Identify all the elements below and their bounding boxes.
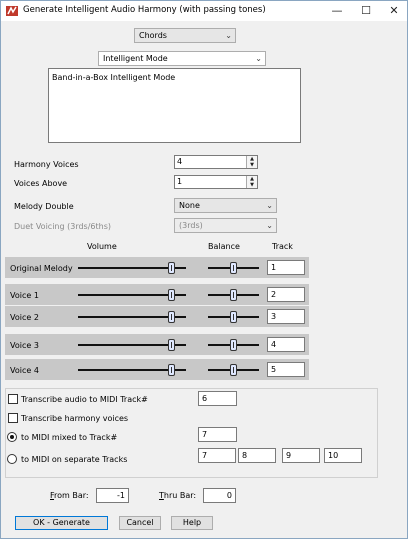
mixer-row: Voice 2 3 xyxy=(5,306,309,327)
cancel-button[interactable]: Cancel xyxy=(119,516,161,530)
balance-slider-thumb[interactable] xyxy=(230,311,237,323)
mixer-row: Voice 4 5 xyxy=(5,359,309,380)
transcribe-audio-checkbox[interactable] xyxy=(8,394,18,404)
balance-slider[interactable] xyxy=(208,311,259,323)
midi-mixed-label: to MIDI mixed to Track# xyxy=(21,433,118,442)
thru-bar-input[interactable]: 0 xyxy=(203,488,236,503)
transcribe-audio-track-input[interactable]: 6 xyxy=(198,391,237,406)
separate-track-input[interactable]: 9 xyxy=(282,448,320,463)
balance-slider[interactable] xyxy=(208,289,259,301)
help-button[interactable]: Help xyxy=(171,516,213,530)
volume-slider-thumb[interactable] xyxy=(168,311,175,323)
harmony-voices-stepper[interactable]: 4 ▲ ▼ xyxy=(174,155,258,169)
separate-track-input[interactable]: 7 xyxy=(198,448,236,463)
maximize-icon[interactable]: ☐ xyxy=(353,3,379,19)
mixer-row: Voice 3 4 xyxy=(5,334,309,355)
voices-above-stepper[interactable]: 1 ▲ ▼ xyxy=(174,175,258,189)
balance-slider[interactable] xyxy=(208,364,259,376)
close-icon[interactable]: ✕ xyxy=(381,3,407,19)
transcribe-harmony-label: Transcribe harmony voices xyxy=(21,414,129,423)
window-title: Generate Intelligent Audio Harmony (with… xyxy=(23,5,266,15)
chevron-down-icon: ⌄ xyxy=(255,54,262,63)
midi-mixed-radio[interactable] xyxy=(7,432,17,442)
melody-double-dropdown[interactable]: None ⌄ xyxy=(174,198,277,213)
harmony-voices-value: 4 xyxy=(177,157,183,166)
chevron-down-icon: ⌄ xyxy=(266,201,273,210)
dialog-window: Generate Intelligent Audio Harmony (with… xyxy=(0,0,408,539)
stepper-buttons[interactable]: ▲ ▼ xyxy=(246,156,257,168)
volume-slider-thumb[interactable] xyxy=(168,339,175,351)
balance-slider-thumb[interactable] xyxy=(230,364,237,376)
thru-bar-label: Thru Bar: xyxy=(159,491,197,500)
track-input[interactable]: 1 xyxy=(267,260,305,275)
mode-description-text: Band-in-a-Box Intelligent Mode xyxy=(52,73,176,82)
stepper-down-icon[interactable]: ▼ xyxy=(247,162,257,168)
transcribe-harmony-checkbox[interactable] xyxy=(8,413,18,423)
midi-mixed-track-input[interactable]: 7 xyxy=(198,427,237,442)
mode-dropdown[interactable]: Intelligent Mode ⌄ xyxy=(98,51,266,66)
app-icon xyxy=(6,6,18,16)
stepper-down-icon[interactable]: ▼ xyxy=(247,182,257,188)
track-input[interactable]: 3 xyxy=(267,309,305,324)
mode-dropdown-value: Intelligent Mode xyxy=(103,54,168,63)
mixer-row-label: Original Melody xyxy=(10,264,73,273)
type-dropdown[interactable]: Chords ⌄ xyxy=(134,28,236,43)
mixer-row: Original Melody 1 xyxy=(5,257,309,278)
minimize-icon[interactable]: — xyxy=(324,3,350,19)
mixer-row-label: Voice 1 xyxy=(10,291,39,300)
stepper-buttons[interactable]: ▲ ▼ xyxy=(246,176,257,188)
volume-slider-thumb[interactable] xyxy=(168,364,175,376)
balance-slider-thumb[interactable] xyxy=(230,262,237,274)
duet-voicing-value: (3rds) xyxy=(179,221,203,230)
volume-slider[interactable] xyxy=(78,339,186,351)
mixer-row-label: Voice 3 xyxy=(10,341,39,350)
melody-double-label: Melody Double xyxy=(14,202,74,211)
volume-slider[interactable] xyxy=(78,262,186,274)
midi-separate-label: to MIDI on separate Tracks xyxy=(21,455,128,464)
voices-above-label: Voices Above xyxy=(14,179,68,188)
voices-above-value: 1 xyxy=(177,177,183,186)
balance-slider-thumb[interactable] xyxy=(230,339,237,351)
duet-voicing-dropdown[interactable]: (3rds) ⌄ xyxy=(174,218,277,233)
track-input[interactable]: 2 xyxy=(267,287,305,302)
volume-header: Volume xyxy=(87,242,117,251)
mixer-row-label: Voice 4 xyxy=(10,366,39,375)
track-header: Track xyxy=(272,242,293,251)
balance-header: Balance xyxy=(208,242,240,251)
from-bar-input[interactable]: -1 xyxy=(96,488,129,503)
transcribe-audio-label: Transcribe audio to MIDI Track# xyxy=(21,395,148,404)
track-input[interactable]: 5 xyxy=(267,362,305,377)
track-input[interactable]: 4 xyxy=(267,337,305,352)
separate-track-input[interactable]: 10 xyxy=(324,448,362,463)
mode-description-box[interactable]: Band-in-a-Box Intelligent Mode xyxy=(48,68,301,143)
volume-slider[interactable] xyxy=(78,311,186,323)
title-bar: Generate Intelligent Audio Harmony (with… xyxy=(1,1,407,21)
chevron-down-icon: ⌄ xyxy=(266,221,273,230)
volume-slider-thumb[interactable] xyxy=(168,262,175,274)
balance-slider-thumb[interactable] xyxy=(230,289,237,301)
volume-slider[interactable] xyxy=(78,364,186,376)
midi-separate-radio[interactable] xyxy=(7,454,17,464)
separate-track-input[interactable]: 8 xyxy=(238,448,276,463)
duet-voicing-label: Duet Voicing (3rds/6ths) xyxy=(14,222,111,231)
volume-slider[interactable] xyxy=(78,289,186,301)
mixer-row-label: Voice 2 xyxy=(10,313,39,322)
harmony-voices-label: Harmony Voices xyxy=(14,160,79,169)
ok-generate-button[interactable]: OK - Generate xyxy=(15,516,108,530)
type-dropdown-value: Chords xyxy=(139,31,167,40)
balance-slider[interactable] xyxy=(208,262,259,274)
chevron-down-icon: ⌄ xyxy=(225,31,232,40)
from-bar-label: From Bar: xyxy=(50,491,89,500)
volume-slider-thumb[interactable] xyxy=(168,289,175,301)
mixer-row: Voice 1 2 xyxy=(5,284,309,305)
balance-slider[interactable] xyxy=(208,339,259,351)
melody-double-value: None xyxy=(179,201,200,210)
